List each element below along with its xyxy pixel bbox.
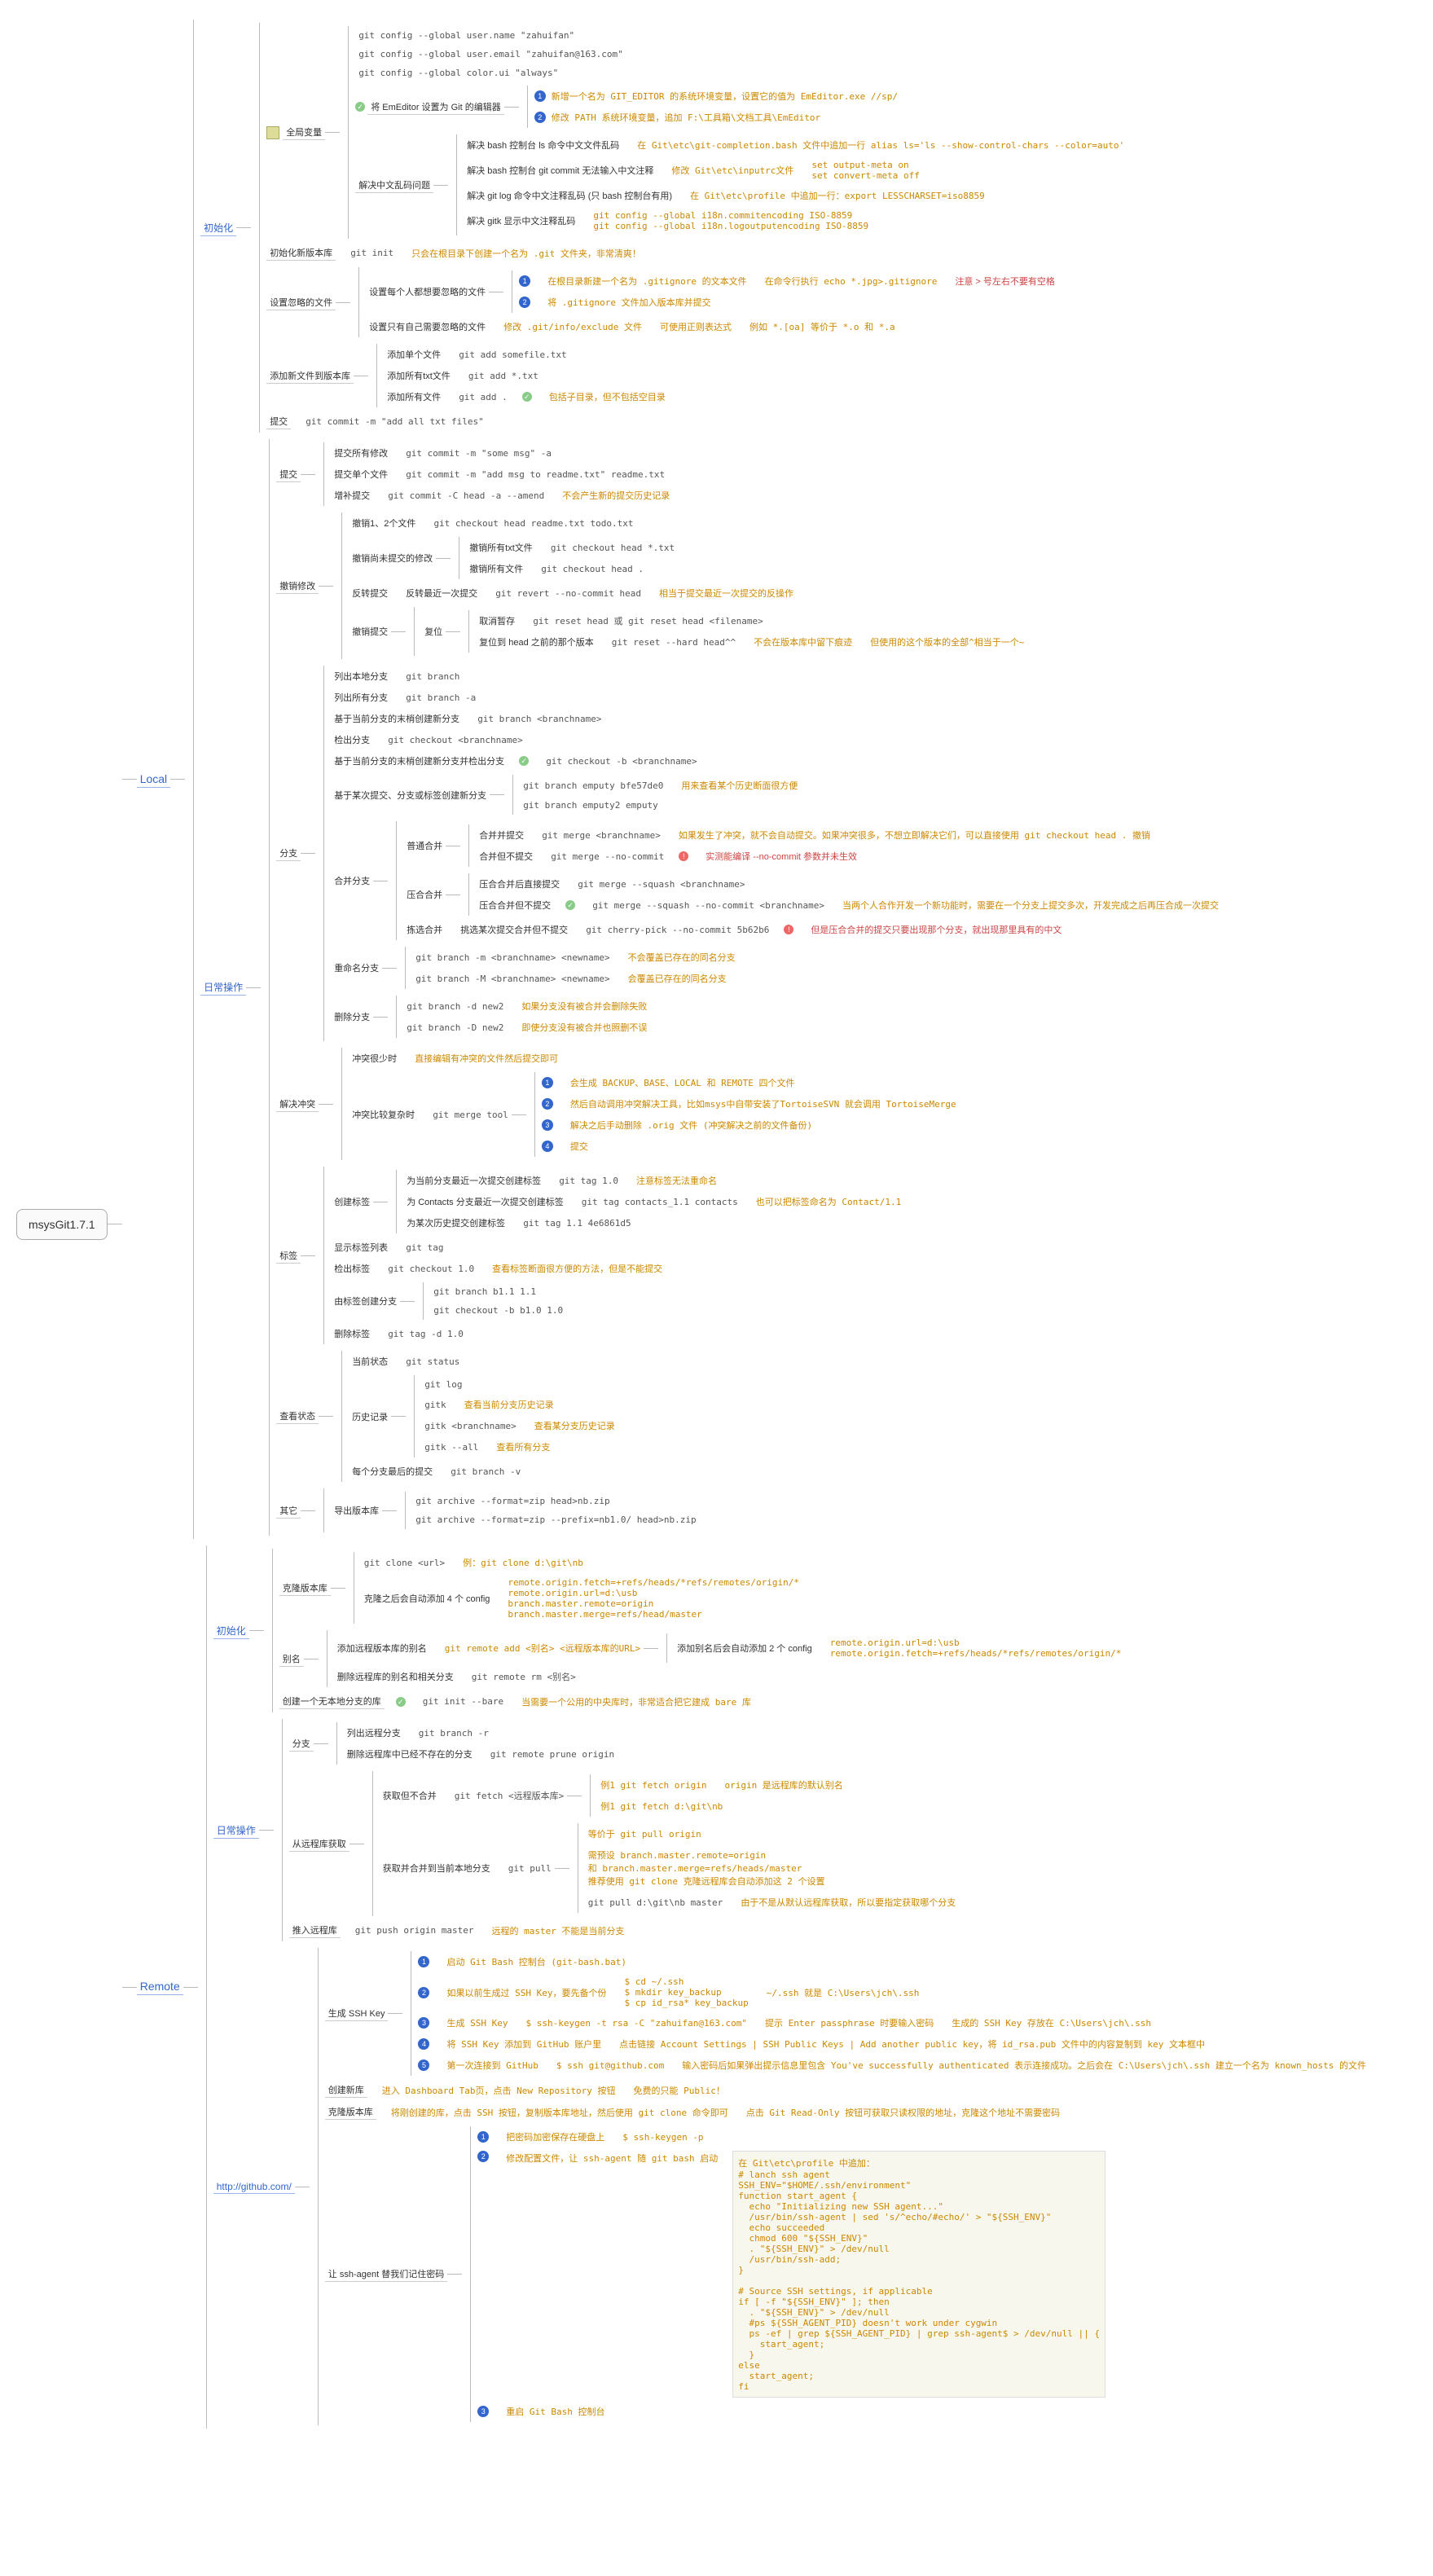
node-add: 添加新文件到版本库	[266, 368, 354, 384]
step-icon: 2	[519, 297, 530, 308]
step-icon: 4	[542, 1141, 553, 1152]
step-icon: 2	[418, 1987, 429, 1998]
tip-icon: ✓	[519, 756, 529, 766]
node-commit: 提交	[266, 414, 291, 429]
step-icon: 3	[418, 2017, 429, 2029]
node-local-daily: 日常操作	[200, 979, 246, 996]
node-local-init: 初始化	[200, 220, 236, 236]
step-icon: 3	[477, 2406, 489, 2417]
warn-icon: !	[784, 925, 793, 934]
step-icon: 2	[477, 2151, 489, 2162]
tip-icon: ✓	[565, 900, 575, 910]
cmd: git config --global user.email "zahuifan…	[355, 48, 626, 60]
step-icon: 1	[519, 275, 530, 287]
node-newrepo: 初始化新版本库	[266, 245, 336, 261]
step-icon: 2	[534, 112, 546, 123]
step-icon: 2	[542, 1098, 553, 1110]
globe-icon	[266, 126, 279, 139]
mindmap-root: msysGit1.7.1 Local 初始化 全局变量	[16, 16, 1417, 2432]
tip-icon: ✓	[355, 102, 365, 112]
step-icon: 4	[418, 2038, 429, 2050]
node-remote: Remote	[137, 1979, 183, 1995]
cmd: git config --global user.name "zahuifan"	[355, 29, 578, 42]
root-node: msysGit1.7.1	[16, 1209, 108, 1240]
node-zh: 解决中文乱码问题	[355, 178, 433, 193]
tip-icon: ✓	[396, 1697, 406, 1707]
step-icon: 1	[418, 1956, 429, 1967]
step-icon: 1	[477, 2131, 489, 2143]
tip-icon: ✓	[522, 392, 532, 402]
node-local: Local	[137, 771, 170, 788]
cmd: git config --global color.ui "always"	[355, 67, 561, 79]
warn-icon: !	[679, 851, 688, 861]
step-icon: 1	[534, 90, 546, 102]
step-icon: 5	[418, 2059, 429, 2071]
node-global: 全局变量	[283, 125, 325, 140]
step-icon: 3	[542, 1119, 553, 1131]
node-editor: 将 EmEditor 设置为 Git 的编辑器	[367, 99, 504, 115]
node-ignore: 设置忽略的文件	[266, 295, 336, 310]
step-icon: 1	[542, 1077, 553, 1088]
